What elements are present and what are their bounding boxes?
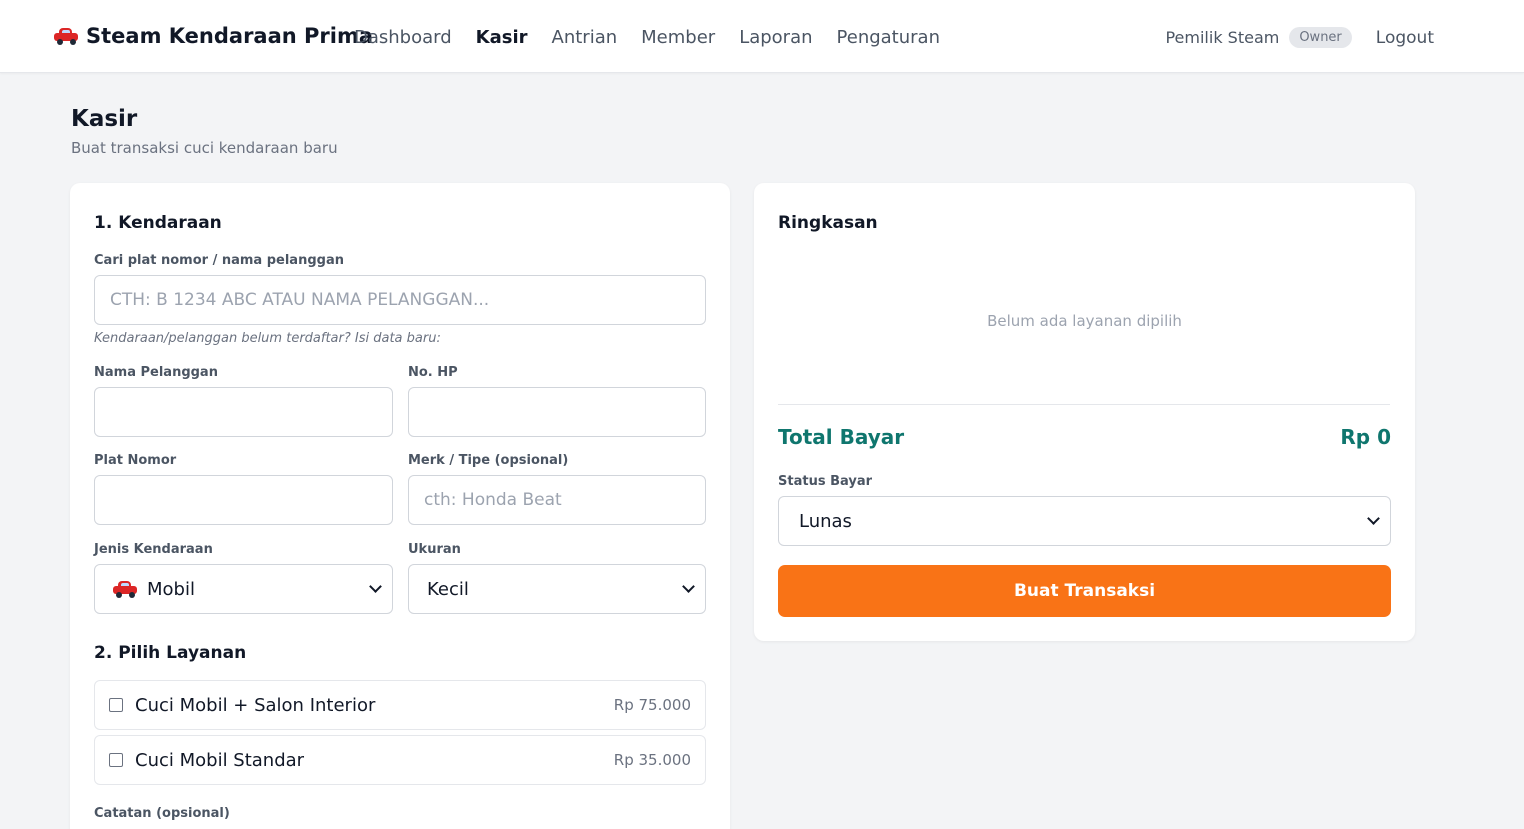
service-checkbox[interactable] [109,698,123,712]
service-item[interactable]: Cuci Mobil Standar Rp 35.000 [94,735,706,785]
search-input[interactable] [94,275,706,325]
logout-link[interactable]: Logout [1376,28,1434,48]
services-section-title: 2. Pilih Layanan [94,643,247,663]
car-icon [113,581,137,598]
payment-status-label: Status Bayar [778,474,873,489]
divider [778,404,1390,405]
notes-label: Catatan (opsional) [94,806,230,821]
user-name: Pemilik Steam [1165,28,1280,47]
brand-type-field[interactable] [408,475,706,525]
vehicle-type-select[interactable]: Mobil [94,564,393,614]
chevron-down-icon [682,580,695,593]
service-item[interactable]: Cuci Mobil + Salon Interior Rp 75.000 [94,680,706,730]
size-select[interactable]: Kecil [408,564,706,614]
brand[interactable]: Steam Kendaraan Prima [54,24,373,48]
create-transaction-button[interactable]: Buat Transaksi [778,565,1391,617]
role-badge: Owner [1289,27,1352,48]
nav-member[interactable]: Member [641,27,715,48]
summary-card: Ringkasan Belum ada layanan dipilih Tota… [754,183,1415,641]
page-subtitle: Buat transaksi cuci kendaraan baru [71,139,338,157]
size-label: Ukuran [408,542,461,557]
car-icon [54,28,78,45]
customer-name-field[interactable] [94,387,393,437]
nav-dashboard[interactable]: Dashboard [354,27,452,48]
transaction-form-card: 1. Kendaraan Cari plat nomor / nama pela… [70,183,730,829]
vehicle-type-value: Mobil [147,578,195,600]
nav-kasir[interactable]: Kasir [476,27,528,48]
nav-pengaturan[interactable]: Pengaturan [837,27,940,48]
page-title: Kasir [71,106,138,132]
nav-laporan[interactable]: Laporan [739,27,812,48]
plate-field[interactable] [94,475,393,525]
size-value: Kecil [427,578,469,600]
service-price: Rp 75.000 [613,696,691,714]
vehicle-section-title: 1. Kendaraan [94,213,222,233]
nav-antrian[interactable]: Antrian [552,27,618,48]
brand-name: Steam Kendaraan Prima [86,24,374,48]
service-name: Cuci Mobil + Salon Interior [135,694,376,716]
payment-status-select[interactable]: Lunas [778,496,1391,546]
chevron-down-icon [369,580,382,593]
customer-name-label: Nama Pelanggan [94,365,218,380]
main-nav: Dashboard Kasir Antrian Member Laporan P… [354,27,940,48]
phone-field[interactable] [408,387,706,437]
summary-title: Ringkasan [778,213,878,233]
service-price: Rp 35.000 [613,751,691,769]
chevron-down-icon [1367,512,1380,525]
user-box: Pemilik Steam Owner Logout [1165,27,1434,48]
empty-services-text: Belum ada layanan dipilih [987,312,1182,330]
new-data-hint: Kendaraan/pelanggan belum terdaftar? Isi… [94,331,441,346]
total-label: Total Bayar [778,425,905,449]
brand-type-label: Merk / Tipe (opsional) [408,453,569,468]
search-label: Cari plat nomor / nama pelanggan [94,253,344,268]
service-name: Cuci Mobil Standar [135,749,305,771]
phone-label: No. HP [408,365,458,380]
vehicle-type-label: Jenis Kendaraan [94,542,213,557]
plate-label: Plat Nomor [94,453,177,468]
total-value: Rp 0 [1340,425,1391,449]
payment-status-value: Lunas [799,510,852,532]
service-checkbox[interactable] [109,753,123,767]
top-navbar: Steam Kendaraan Prima Dashboard Kasir An… [0,0,1524,73]
